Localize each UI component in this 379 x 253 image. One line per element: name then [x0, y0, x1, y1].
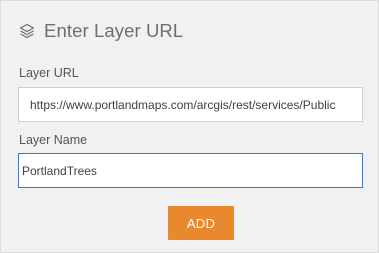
layers-icon: [18, 22, 36, 40]
panel-title: Enter Layer URL: [44, 20, 184, 41]
panel-header: Enter Layer URL: [18, 20, 183, 42]
layer-url-label: Layer URL: [19, 66, 79, 80]
enter-layer-url-panel: Enter Layer URL Layer URL Layer Name ADD: [0, 0, 379, 253]
add-button[interactable]: ADD: [168, 206, 234, 240]
layer-url-input[interactable]: [18, 87, 363, 122]
layer-name-input[interactable]: [18, 153, 363, 188]
layer-name-label: Layer Name: [19, 133, 88, 147]
